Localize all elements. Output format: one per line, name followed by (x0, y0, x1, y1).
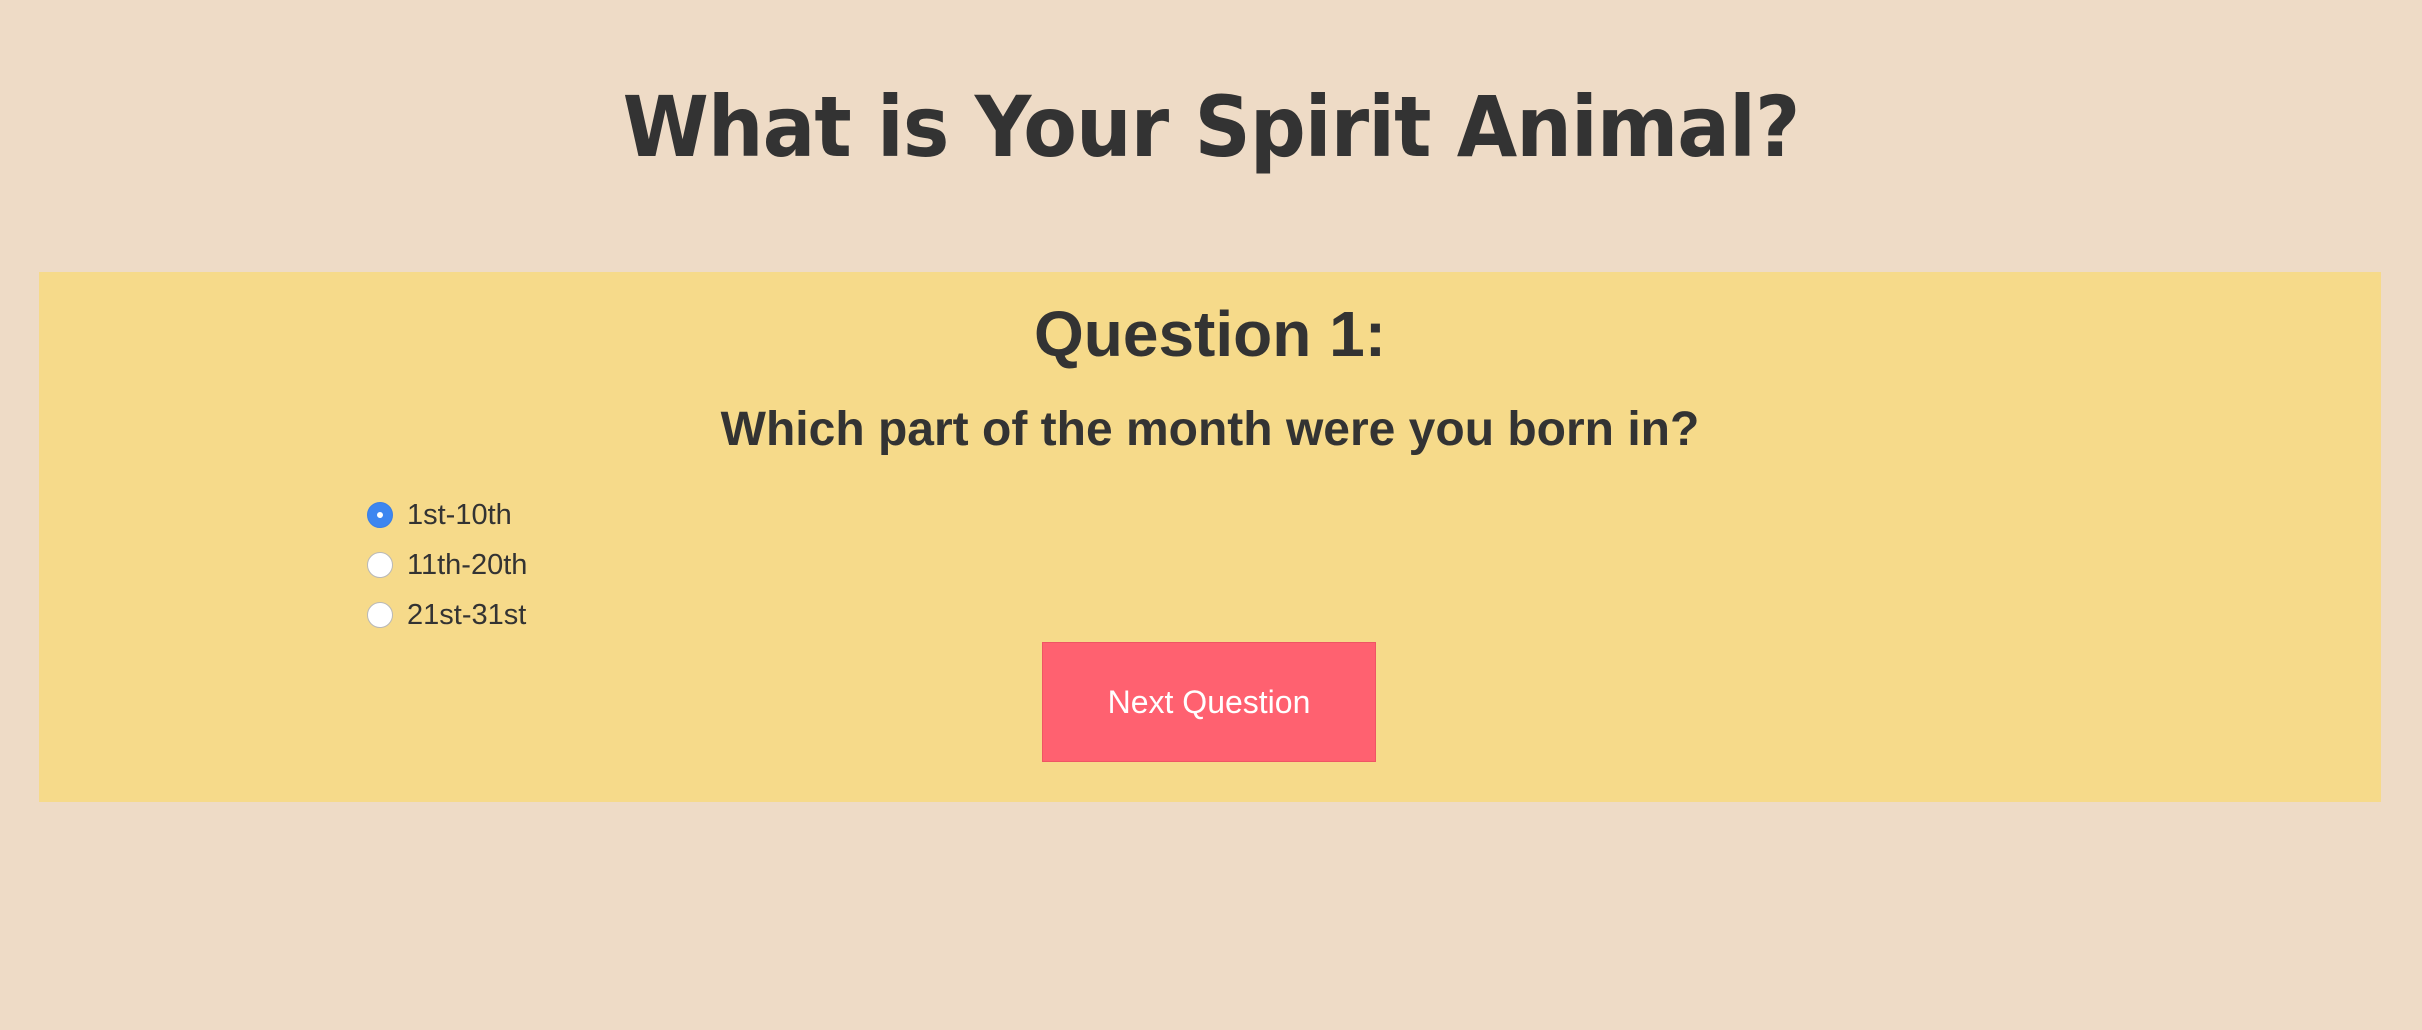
quiz-panel: Question 1: Which part of the month were… (39, 272, 2381, 802)
page-title: What is Your Spirit Animal? (622, 78, 1801, 176)
radio-button-1st-10th[interactable] (367, 502, 393, 528)
option-label: 11th-20th (407, 548, 528, 581)
option-1st-10th[interactable]: 1st-10th (367, 490, 527, 540)
option-label: 21st-31st (407, 598, 527, 631)
next-question-button[interactable]: Next Question (1042, 642, 1376, 762)
question-number: Question 1: (1033, 298, 1387, 370)
radio-button-11th-20th[interactable] (367, 552, 393, 578)
option-21st-31st[interactable]: 21st-31st (367, 590, 527, 640)
answer-options: 1st-10th 11th-20th 21st-31st (367, 490, 527, 640)
option-label: 1st-10th (407, 498, 512, 531)
option-11th-20th[interactable]: 11th-20th (367, 540, 527, 590)
question-text: Which part of the month were you born in… (720, 403, 1700, 456)
radio-button-21st-31st[interactable] (367, 602, 393, 628)
